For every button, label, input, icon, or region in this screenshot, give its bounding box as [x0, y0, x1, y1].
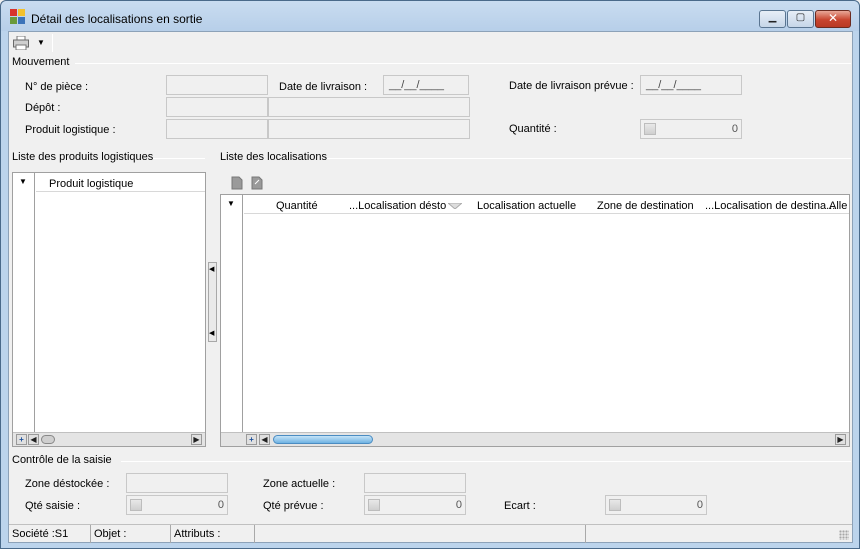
localisations-indicator-column: ▼ — [221, 195, 243, 446]
window-title: Détail des localisations en sortie — [31, 12, 203, 26]
client-area: ▼ Mouvement N° de pièce : Date de livrai… — [8, 31, 853, 543]
qte-prevue-field[interactable]: 0 — [364, 495, 466, 515]
depot-name-field[interactable] — [268, 97, 470, 117]
mouvement-group-line — [75, 63, 851, 64]
status-societe: Société :S1 — [9, 525, 91, 543]
zone-actuelle-label: Zone actuelle : — [263, 478, 336, 490]
spin-icon[interactable] — [130, 499, 142, 511]
depot-label: Dépôt : — [25, 102, 61, 114]
col-zone-destination[interactable]: Zone de destination — [597, 197, 694, 214]
quantite-value: 0 — [731, 123, 738, 135]
row-indicator-icon: ▼ — [19, 177, 27, 186]
localisations-grid[interactable]: ▼ Quantité ...Localisation désto Localis… — [220, 194, 850, 447]
produits-column-header[interactable]: Produit logistique — [49, 175, 133, 192]
zone-destockee-label: Zone déstockée : — [25, 478, 110, 490]
row-indicator-icon: ▼ — [227, 199, 235, 208]
scroll-right-button[interactable]: ▶ — [191, 434, 202, 445]
produits-grid[interactable]: ▼ Produit logistique + ◀ ▶ — [12, 172, 206, 447]
splitter-left-icon[interactable]: ◀ — [209, 265, 214, 273]
spin-icon[interactable] — [368, 499, 380, 511]
ecart-field[interactable]: 0 — [605, 495, 707, 515]
date-livraison-field[interactable]: __/__/____ — [383, 75, 469, 95]
produits-group-line — [153, 158, 205, 159]
date-prevue-label: Date de livraison prévue : — [509, 80, 634, 92]
maximize-icon: ▢ — [795, 12, 806, 23]
panel-splitter[interactable]: ◀ ◀ — [208, 262, 217, 342]
printer-icon — [13, 36, 29, 50]
toolbar-separator — [52, 34, 53, 52]
controle-group-line — [121, 461, 851, 462]
spin-icon[interactable] — [644, 123, 656, 135]
chevron-down-icon[interactable]: ▼ — [37, 38, 45, 47]
minimize-icon: ▁ — [768, 12, 777, 23]
depot-code-field[interactable] — [166, 97, 268, 117]
piece-field[interactable] — [166, 75, 268, 95]
add-row-icon[interactable]: + — [246, 434, 257, 445]
minimize-button[interactable]: ▁ — [759, 10, 786, 28]
scroll-left-button[interactable]: ◀ — [28, 434, 39, 445]
produits-hscrollbar[interactable]: + ◀ ▶ — [13, 432, 205, 446]
date-prevue-field[interactable]: __/__/____ — [640, 75, 742, 95]
scroll-thumb[interactable] — [41, 435, 55, 444]
zone-destockee-field[interactable] — [126, 473, 228, 493]
status-empty — [255, 525, 586, 543]
ecart-label: Ecart : — [504, 500, 536, 512]
produits-indicator-column: ▼ — [13, 173, 35, 446]
col-localisation-destockee[interactable]: ...Localisation désto — [349, 197, 446, 214]
document-edit-icon[interactable] — [251, 176, 263, 190]
spin-icon[interactable] — [609, 499, 621, 511]
localisations-group-line — [327, 158, 851, 159]
add-row-icon[interactable]: + — [16, 434, 27, 445]
qte-prevue-label: Qté prévue : — [263, 500, 324, 512]
col-localisation-destination[interactable]: ...Localisation de destina... — [705, 197, 835, 214]
mouvement-group-label: Mouvement — [12, 56, 70, 68]
scroll-thumb[interactable] — [273, 435, 373, 444]
produit-label: Produit logistique : — [25, 124, 116, 136]
zone-actuelle-field[interactable] — [364, 473, 466, 493]
app-icon — [10, 9, 26, 25]
localisations-group-label: Liste des localisations — [220, 151, 328, 163]
qte-saisie-field[interactable]: 0 — [126, 495, 228, 515]
produits-group-label: Liste des produits logistiques — [12, 151, 154, 163]
date-livraison-label: Date de livraison : — [279, 81, 368, 93]
document-icon[interactable] — [231, 176, 243, 190]
status-objet: Objet : — [91, 525, 171, 543]
scroll-left-button[interactable]: ◀ — [259, 434, 270, 445]
col-localisation-actuelle[interactable]: Localisation actuelle — [477, 197, 576, 214]
controle-group-label: Contrôle de la saisie — [12, 454, 112, 466]
print-button[interactable]: ▼ — [11, 34, 47, 52]
maximize-button[interactable]: ▢ — [787, 10, 814, 28]
produit-code-field[interactable] — [166, 119, 268, 139]
resize-grip-icon[interactable] — [839, 530, 849, 540]
qte-saisie-label: Qté saisie : — [25, 500, 81, 512]
main-window: Détail des localisations en sortie ▁ ▢ ✕… — [0, 0, 860, 549]
close-button[interactable]: ✕ — [815, 10, 851, 28]
col-quantite[interactable]: Quantité — [276, 197, 318, 214]
sort-icon[interactable] — [446, 200, 464, 210]
qte-saisie-value: 0 — [217, 499, 224, 511]
quantite-label: Quantité : — [509, 123, 557, 135]
localisations-hscrollbar[interactable]: + ◀ ▶ — [221, 432, 849, 446]
produit-name-field[interactable] — [268, 119, 470, 139]
title-bar[interactable]: Détail des localisations en sortie ▁ ▢ ✕ — [1, 1, 859, 31]
toolbar: ▼ — [9, 32, 852, 54]
status-attributs: Attributs : — [171, 525, 255, 543]
ecart-value: 0 — [696, 499, 703, 511]
status-bar: Société :S1 Objet : Attributs : — [9, 524, 852, 543]
col-allee[interactable]: Alle — [829, 197, 849, 214]
qte-prevue-value: 0 — [455, 499, 462, 511]
piece-label: N° de pièce : — [25, 81, 89, 93]
close-icon: ✕ — [827, 11, 839, 25]
splitter-left-icon[interactable]: ◀ — [209, 329, 214, 337]
quantite-field[interactable]: 0 — [640, 119, 742, 139]
scroll-right-button[interactable]: ▶ — [835, 434, 846, 445]
